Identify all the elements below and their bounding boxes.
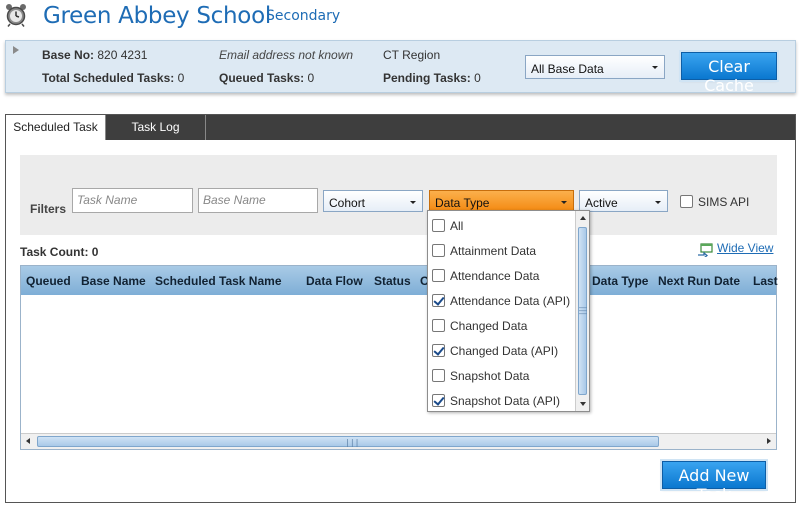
filters-label: Filters xyxy=(30,202,67,216)
scrollbar-thumb[interactable]: ||| xyxy=(37,436,659,447)
base-name-input[interactable]: Base Name xyxy=(198,188,318,213)
page-header: Green Abbey School Secondary xyxy=(0,0,799,36)
option-label: Attendance Data xyxy=(450,269,540,283)
scroll-right-icon[interactable] xyxy=(767,438,771,444)
base-info-bar: Base No: 820 4231 Email address not know… xyxy=(5,40,796,95)
sims-api-checkbox[interactable] xyxy=(680,195,693,208)
alarm-clock-icon xyxy=(6,4,26,27)
chevron-down-icon xyxy=(410,201,416,204)
email-status: Email address not known xyxy=(219,48,354,62)
data-type-option[interactable]: Changed Data (API) xyxy=(432,337,572,362)
grip-icon: — — — xyxy=(579,303,587,318)
data-type-dropdown: All Attainment Data Attendance Data Atte… xyxy=(427,210,590,412)
total-scheduled-tasks: Total Scheduled Tasks: 0 xyxy=(42,71,185,85)
option-label: Snapshot Data (API) xyxy=(450,394,561,408)
active-select-value: Active xyxy=(585,196,618,210)
data-type-select-value: Data Type xyxy=(435,196,490,210)
scroll-left-icon[interactable] xyxy=(26,438,30,444)
option-label: Snapshot Data xyxy=(450,369,530,383)
active-select[interactable]: Active xyxy=(579,190,668,212)
cohort-select-value: Cohort xyxy=(329,196,366,210)
data-type-option[interactable]: Attendance Data (API) xyxy=(432,287,572,312)
grip-icon: ||| xyxy=(345,438,360,447)
base-no: Base No: 820 4231 xyxy=(42,48,148,62)
data-type-option[interactable]: Attainment Data xyxy=(432,237,572,262)
scrollbar-thumb[interactable]: — — — xyxy=(578,227,587,395)
base-data-select-value: All Base Data xyxy=(531,62,604,76)
data-type-option[interactable]: Attendance Data xyxy=(432,262,572,287)
chevron-down-icon xyxy=(655,201,661,204)
tab-task-log[interactable]: Task Log xyxy=(106,115,206,140)
task-count: Task Count: 0 xyxy=(20,245,99,259)
cohort-select[interactable]: Cohort xyxy=(323,190,423,212)
chevron-down-icon xyxy=(652,66,658,69)
data-type-select[interactable]: Data Type xyxy=(429,190,574,212)
column-header[interactable]: Last xyxy=(753,274,778,288)
option-label: All xyxy=(450,219,464,233)
horizontal-scrollbar[interactable]: ||| xyxy=(21,433,776,449)
clear-cache-button[interactable]: Clear Cache xyxy=(681,52,777,95)
main-panel: Scheduled Task Task Log Filters Task Nam… xyxy=(5,114,796,504)
column-header[interactable]: Scheduled Task Name xyxy=(155,274,282,288)
base-data-select[interactable]: All Base Data xyxy=(525,55,665,79)
school-name: Green Abbey School xyxy=(43,3,271,29)
option-checkbox[interactable] xyxy=(432,269,445,282)
column-header[interactable]: Base Name xyxy=(81,274,146,288)
option-label: Changed Data xyxy=(450,319,528,333)
data-type-option[interactable]: All xyxy=(432,212,572,237)
column-header[interactable]: Queued xyxy=(26,274,71,288)
school-type: Secondary xyxy=(266,8,341,24)
pending-tasks: Pending Tasks: 0 xyxy=(383,71,481,85)
data-type-option[interactable]: Changed Data xyxy=(432,312,572,337)
option-checkbox[interactable] xyxy=(432,344,445,357)
column-header[interactable]: Next Run Date xyxy=(658,274,740,288)
column-header[interactable]: Data Flow xyxy=(306,274,363,288)
expand-arrow-icon[interactable] xyxy=(13,46,19,54)
data-type-option[interactable]: Snapshot Data xyxy=(432,362,572,387)
option-label: Attendance Data (API) xyxy=(450,294,571,308)
option-label: Changed Data (API) xyxy=(450,344,559,358)
option-checkbox[interactable] xyxy=(432,369,445,382)
chevron-down-icon xyxy=(561,201,567,204)
add-new-task-button[interactable]: Add New Task xyxy=(662,461,766,504)
grid-header: Queued Base Name Scheduled Task Name Dat… xyxy=(21,266,778,295)
vertical-scrollbar[interactable]: — — — xyxy=(575,211,589,411)
option-label: Attainment Data xyxy=(450,244,537,258)
option-checkbox[interactable] xyxy=(432,319,445,332)
scroll-up-icon[interactable] xyxy=(580,216,586,220)
queued-tasks: Queued Tasks: 0 xyxy=(219,71,315,85)
column-header[interactable]: Data Type xyxy=(592,274,648,288)
column-header[interactable]: Status xyxy=(374,274,411,288)
option-checkbox[interactable] xyxy=(432,294,445,307)
sims-api-label: SIMS API xyxy=(698,195,750,209)
filters-panel: Filters Task Name Base Name Cohort Data … xyxy=(20,155,777,235)
option-checkbox[interactable] xyxy=(432,244,445,257)
scroll-down-icon[interactable] xyxy=(580,402,586,406)
region: CT Region xyxy=(383,48,441,62)
tasks-grid: Queued Base Name Scheduled Task Name Dat… xyxy=(20,265,778,450)
data-type-option[interactable]: Snapshot Data (API) xyxy=(432,387,572,412)
wide-view-icon[interactable] xyxy=(697,243,713,257)
tab-scheduled-task[interactable]: Scheduled Task xyxy=(6,115,106,140)
option-checkbox[interactable] xyxy=(432,219,445,232)
option-checkbox[interactable] xyxy=(432,394,445,407)
tab-bar: Scheduled Task Task Log xyxy=(6,115,795,140)
wide-view-link[interactable]: Wide View xyxy=(717,241,773,255)
task-name-input[interactable]: Task Name xyxy=(72,188,193,213)
